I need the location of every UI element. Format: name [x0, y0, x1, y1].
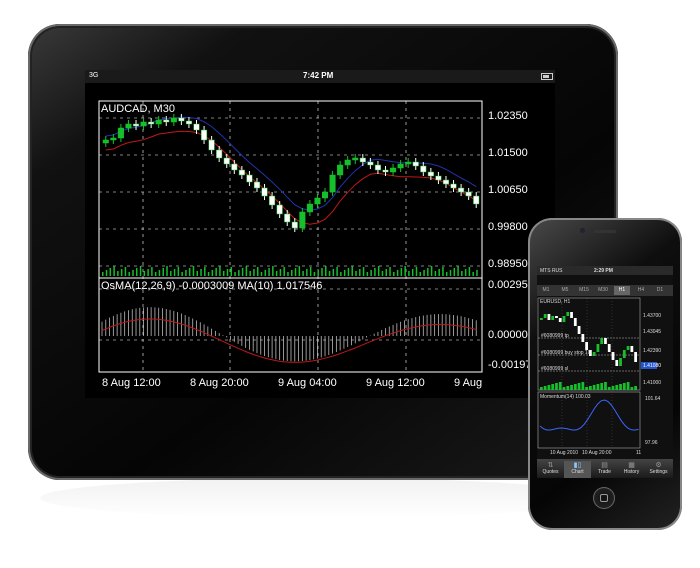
candle-body	[577, 326, 581, 334]
time-tick: 10 Aug 2010	[550, 450, 579, 456]
volume-bar	[622, 383, 626, 390]
volume-bar	[581, 382, 585, 390]
candle-body	[540, 318, 543, 320]
candle-body	[607, 344, 611, 352]
iphone-chart-area[interactable]	[0, 0, 700, 568]
candle-body	[611, 352, 615, 360]
price-tick: 1.43700	[643, 313, 662, 319]
volume-bar	[604, 382, 607, 390]
candle-body	[615, 360, 619, 366]
volume-bar	[585, 387, 588, 390]
volume-bar	[611, 386, 615, 390]
volume-bar	[607, 387, 611, 390]
candle-body	[619, 358, 622, 366]
candle-body	[566, 312, 570, 316]
candle-body	[573, 318, 577, 326]
candle-body	[543, 314, 547, 318]
iphone-indicator-frame	[537, 391, 641, 449]
time-tick: 10 Aug 20:00	[582, 450, 612, 456]
order-label-buy-stop: #6080999 buy stop 10	[541, 350, 591, 356]
volume-bar	[573, 384, 577, 390]
volume-bar	[562, 387, 566, 390]
home-button[interactable]	[593, 487, 615, 509]
volume-bar	[592, 385, 596, 390]
volume-bar	[570, 385, 573, 390]
volume-bar	[547, 385, 551, 390]
iphone-chart-title: EURUSD, H1	[540, 299, 571, 305]
current-price-label: 1.41080	[643, 363, 662, 369]
candle-body	[600, 338, 604, 344]
price-tick: 1.41000	[643, 380, 662, 386]
volume-bar	[619, 384, 622, 390]
volume-bar	[626, 382, 630, 390]
volume-bar	[543, 386, 547, 390]
volume-bar	[555, 383, 558, 390]
candle-body	[570, 312, 573, 318]
candle-body	[547, 314, 551, 320]
candle-body	[592, 352, 596, 356]
volume-bar	[634, 386, 637, 390]
volume-bar	[540, 387, 543, 390]
candle-body	[630, 346, 634, 352]
order-label-sl: #6080999 sl	[541, 366, 569, 372]
iphone-main-frame	[537, 297, 641, 391]
candle-body	[622, 350, 626, 358]
candle-body	[581, 334, 585, 342]
volume-bar	[566, 386, 570, 390]
indicator-tick: 97.96	[645, 440, 658, 446]
order-label-tp: #6080999 tp	[541, 333, 569, 339]
iphone-grid	[561, 298, 613, 448]
volume-bar	[596, 384, 600, 390]
candle-body	[558, 318, 562, 322]
indicator-tick: 101.64	[645, 396, 661, 402]
momentum-label: Momentum(14) 100.03	[540, 394, 591, 400]
candle-body	[551, 316, 555, 320]
price-tick: 1.42390	[643, 348, 662, 354]
candle-body	[596, 344, 600, 352]
volume-bar	[558, 382, 562, 390]
candle-body	[634, 352, 637, 362]
candle-body	[604, 338, 607, 344]
candle-body	[562, 316, 566, 322]
candle-body	[626, 346, 630, 350]
volume-bar	[589, 386, 592, 390]
volume-bar	[630, 387, 634, 390]
candle-body	[555, 316, 558, 318]
volume-bar	[577, 383, 581, 390]
momentum-line	[539, 399, 639, 431]
volume-bar	[600, 383, 604, 390]
volume-bar	[551, 384, 555, 390]
candle-body	[585, 342, 588, 350]
time-tick: 11	[636, 450, 642, 456]
volume-bar	[615, 385, 619, 390]
price-tick: 1.43045	[643, 329, 662, 335]
